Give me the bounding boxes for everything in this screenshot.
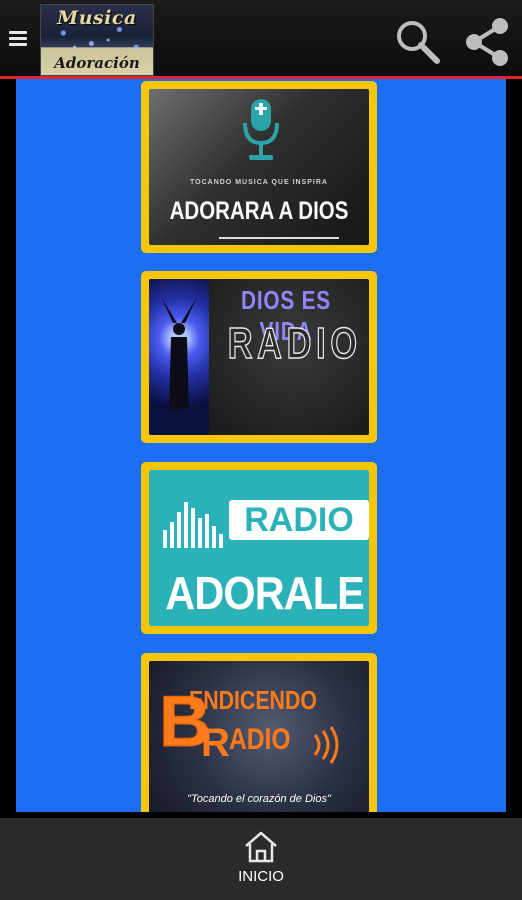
menu-icon-bar — [9, 37, 27, 40]
app-logo[interactable]: Musica Adoración — [40, 4, 154, 76]
station-subtitle: ADIO — [229, 723, 291, 756]
station-card-image: DIOS ES VIDA RADIO — [149, 279, 369, 435]
bottom-navigation: INICIO — [0, 818, 522, 900]
tab-inicio[interactable]: INICIO — [226, 830, 296, 894]
raised-hands-figure-icon — [161, 297, 197, 409]
station-card-bendicendo-radio[interactable]: B ENDICENDO R ADIO "Tocando el corazón d… — [141, 653, 377, 812]
station-card-adorara-a-dios[interactable]: TOCANDO MUSICA QUE INSPIRA ADORARA A DIO… — [141, 81, 377, 253]
station-list[interactable]: TOCANDO MUSICA QUE INSPIRA ADORARA A DIO… — [16, 79, 506, 812]
share-button[interactable] — [462, 16, 514, 68]
app-bar: Musica Adoración — [0, 0, 522, 79]
worship-figure-image — [149, 279, 209, 435]
station-card-image: TOCANDO MUSICA QUE INSPIRA ADORARA A DIO… — [149, 89, 369, 245]
microphone-icon — [243, 99, 279, 160]
station-tagline: "Tocando el corazón de Dios" — [187, 793, 331, 805]
station-card-image: RADIO ADORALE — [149, 470, 369, 626]
menu-icon-bar — [9, 43, 27, 46]
station-card-radio-adorale[interactable]: RADIO ADORALE — [141, 462, 377, 634]
search-button[interactable] — [392, 16, 442, 66]
station-subtitle: RADIO — [227, 318, 362, 369]
station-title: ADORARA A DIOS — [169, 197, 349, 225]
search-icon — [397, 21, 440, 64]
station-card-dios-es-vida[interactable]: DIOS ES VIDA RADIO — [141, 271, 377, 443]
station-subtitle: ADORALE — [165, 567, 364, 619]
sound-waves-icon — [313, 726, 339, 764]
home-icon — [245, 831, 277, 863]
logo-subtitle: Adoración — [54, 54, 140, 72]
station-card-image: B ENDICENDO R ADIO "Tocando el corazón d… — [149, 661, 369, 812]
divider — [219, 237, 339, 239]
station-subtitle: TOCANDO MUSICA QUE INSPIRA — [189, 179, 328, 186]
logo-letter-r: R — [201, 721, 230, 765]
station-title: RADIO — [229, 500, 369, 540]
logo-title: Musica — [57, 7, 137, 29]
equalizer-icon — [163, 502, 223, 548]
tab-inicio-label: INICIO — [238, 868, 284, 885]
station-title: ENDICENDO — [189, 685, 317, 715]
menu-button[interactable] — [6, 28, 32, 54]
menu-icon-bar — [9, 31, 27, 34]
share-icon — [466, 18, 508, 66]
